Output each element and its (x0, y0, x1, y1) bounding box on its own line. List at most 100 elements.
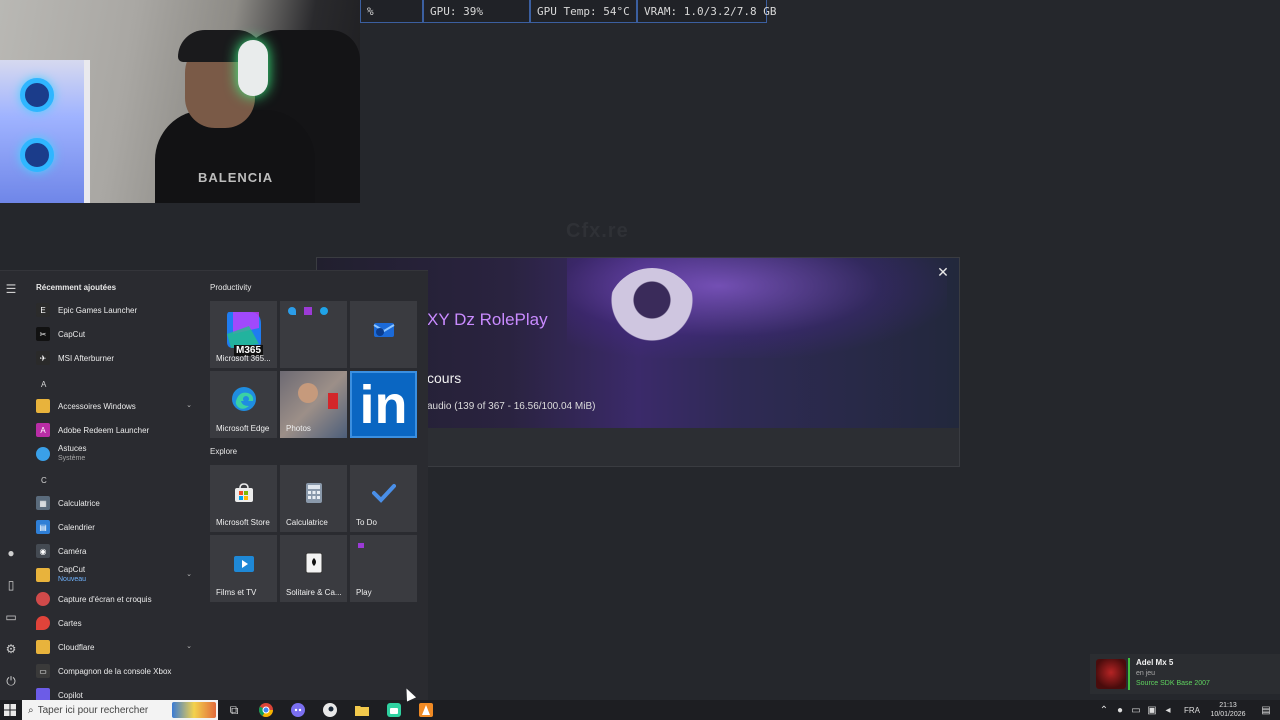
app-item-capture-ecran[interactable]: Capture d'écran et croquis (36, 589, 198, 609)
linkedin-icon: in (359, 374, 408, 435)
chevron-up-icon[interactable]: ⌃ (1096, 700, 1112, 720)
app-item-camera[interactable]: ◉ Caméra (36, 541, 198, 561)
app-item-msi-afterburner[interactable]: ✈ MSI Afterburner (36, 348, 198, 368)
app-label: Cartes (58, 618, 82, 628)
power-icon[interactable]: ⏻ (3, 673, 19, 689)
documents-icon[interactable]: ▯ (3, 577, 19, 593)
tile-solitaire[interactable]: Solitaire & Ca... (280, 535, 347, 602)
app-item-calendrier[interactable]: ▤ Calendrier (36, 517, 198, 537)
tile-label: Films et TV (216, 588, 257, 597)
app-item-capcut-folder[interactable]: CapCut Nouveau ⌄ (36, 565, 198, 585)
app-item-astuces[interactable]: Astuces Système (36, 444, 198, 464)
letter-header-c[interactable]: C (41, 476, 47, 485)
volume-icon[interactable]: ◂ (1160, 700, 1176, 720)
calculator-icon (305, 482, 323, 504)
app-item-cartes[interactable]: Cartes (36, 613, 198, 633)
wifi-icon[interactable]: ▭ (1128, 700, 1144, 720)
chrome-icon[interactable] (250, 700, 282, 720)
lightbulb-icon (36, 447, 50, 461)
photos-icon (298, 383, 318, 403)
epic-games-icon: E (36, 303, 50, 317)
hamburger-icon[interactable]: ☰ (3, 281, 19, 297)
taskbar-search[interactable]: ⌕ (22, 700, 218, 720)
fan-light (20, 138, 54, 172)
close-icon[interactable]: ✕ (935, 264, 951, 280)
tile-label: Calculatrice (286, 518, 328, 527)
start-rail: ☰ ● ▯ ▭ ⚙ ⏻ (0, 271, 22, 700)
app-item-copilot[interactable]: Copilot (36, 685, 198, 700)
tile-label: Photos (286, 424, 311, 433)
tile-films-tv[interactable]: Films et TV (210, 535, 277, 602)
file-explorer-icon[interactable] (346, 700, 378, 720)
search-input[interactable] (37, 704, 158, 716)
app-item-accessoires-windows[interactable]: Accessoires Windows ⌄ (36, 396, 198, 416)
xbox-friend-notification[interactable]: Adel Mx 5 en jeu Source SDK Base 2007 (1090, 654, 1280, 694)
vlc-icon[interactable] (410, 700, 442, 720)
clock[interactable]: 21:13 10/01/2026 (1208, 701, 1248, 719)
microphone-icon[interactable]: ● (1112, 700, 1128, 720)
solitaire-icon (303, 551, 325, 575)
task-view-icon[interactable]: ⧉ (218, 700, 250, 720)
clock-date: 10/01/2026 (1210, 711, 1246, 718)
app-item-cloudflare[interactable]: Cloudflare ⌄ (36, 637, 198, 657)
xbox-icon: ▭ (36, 664, 50, 678)
app-item-xbox-companion[interactable]: ▭ Compagnon de la console Xbox (36, 661, 198, 681)
app-label: MSI Afterburner (58, 353, 115, 363)
app-label: CapCut (58, 329, 86, 339)
tile-todo[interactable]: To Do (350, 465, 417, 532)
tile-label: Play (356, 588, 372, 597)
app-item-adobe-redeem[interactable]: A Adobe Redeem Launcher (36, 420, 198, 440)
tile-photos[interactable]: Photos (280, 371, 347, 438)
msi-afterburner-icon: ✈ (36, 351, 50, 365)
chevron-down-icon: ⌄ (186, 402, 192, 409)
app-label: CapCut (58, 565, 86, 574)
discord-icon[interactable] (282, 700, 314, 720)
tile-play[interactable]: Play (350, 535, 417, 602)
app-list: Récemment ajoutées E Epic Games Launcher… (28, 271, 202, 700)
tile-microsoft-365[interactable]: M365 Microsoft 365... (210, 301, 277, 368)
vram-stat: VRAM: 1.0/3.2/7.8 GB (637, 0, 776, 23)
app-label: Calendrier (58, 522, 95, 532)
astronaut-art (607, 268, 697, 348)
settings-gear-icon[interactable]: ⚙ (3, 641, 19, 657)
start-button[interactable] (0, 700, 20, 720)
app-label: Capture d'écran et croquis (58, 594, 152, 604)
notification-center-icon[interactable]: ▤ (1258, 700, 1274, 720)
folder-icon (36, 399, 50, 413)
network-icon[interactable]: ▣ (1144, 700, 1160, 720)
webcam-feed: BALENCIA (0, 0, 360, 203)
snipping-tool-icon (36, 592, 50, 606)
taskbar: ⌕ ⧉ ⌃ ● ▭ ▣ ◂ FRA 21:13 10/01/2026 ▤ (0, 700, 1280, 720)
calculator-icon: ▦ (36, 496, 50, 510)
tile-label: Microsoft 365... (216, 354, 271, 363)
tile-office-apps[interactable] (280, 301, 347, 368)
app-label: Adobe Redeem Launcher (58, 425, 150, 435)
friend-status: en jeu (1136, 670, 1156, 677)
steam-icon[interactable] (314, 700, 346, 720)
adobe-icon: A (36, 423, 50, 437)
tile-linkedin[interactable]: in (350, 371, 417, 438)
android-app-icon[interactable] (378, 700, 410, 720)
language-indicator[interactable]: FRA (1184, 706, 1200, 715)
windows-logo-icon (4, 704, 16, 716)
folder-icon (36, 640, 50, 654)
tile-label: Microsoft Edge (216, 424, 270, 433)
app-item-capcut[interactable]: ✂ CapCut (36, 324, 198, 344)
app-sublabel: Système (58, 455, 86, 462)
loading-status: cours (427, 370, 462, 386)
user-icon[interactable]: ● (3, 545, 19, 561)
tile-microsoft-edge[interactable]: Microsoft Edge (210, 371, 277, 438)
loading-detail: audio (139 of 367 - 16.56/100.04 MiB) (427, 401, 596, 412)
tile-calculatrice[interactable]: Calculatrice (280, 465, 347, 532)
letter-header-a[interactable]: A (41, 380, 46, 389)
search-highlight-icon[interactable] (172, 702, 216, 718)
gpu-temp-stat: GPU Temp: 54°C (530, 0, 637, 23)
tile-microsoft-store[interactable]: Microsoft Store (210, 465, 277, 532)
tile-outlook[interactable] (350, 301, 417, 368)
pictures-icon[interactable]: ▭ (3, 609, 19, 625)
app-item-calculatrice[interactable]: ▦ Calculatrice (36, 493, 198, 513)
copilot-icon (36, 688, 50, 700)
app-item-epic-games[interactable]: E Epic Games Launcher (36, 300, 198, 320)
group-title-productivity: Productivity (210, 283, 252, 292)
pinned-tiles: Productivity M365 Microsoft 365... Micro… (208, 271, 428, 700)
